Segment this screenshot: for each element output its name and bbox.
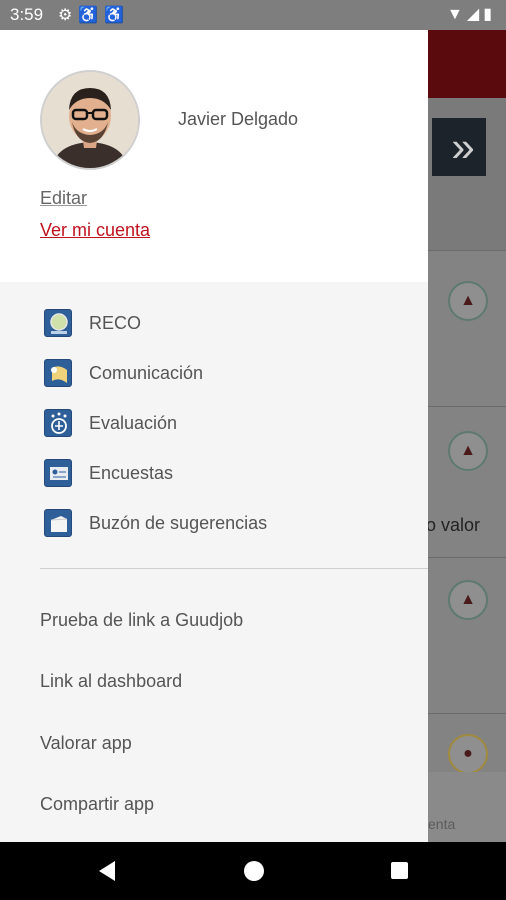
badge-icon: ▲	[448, 580, 488, 620]
menu-item-buzon[interactable]: Buzón de sugerencias	[40, 504, 410, 544]
user-name: Javier Delgado	[178, 109, 299, 129]
home-icon[interactable]	[244, 861, 264, 881]
signal-icon: ◢	[466, 6, 484, 23]
menu-item-evaluacion[interactable]: Evaluación	[40, 404, 410, 444]
status-left-icons: ⚙♿♿	[58, 5, 130, 25]
comunicacion-icon	[44, 359, 72, 387]
gear-icon: ⚙	[58, 7, 79, 24]
recent-apps-icon[interactable]	[391, 862, 408, 879]
link-dashboard[interactable]: Link al dashboard	[40, 671, 182, 692]
background-card: ▲	[428, 557, 506, 713]
accessibility-icon: ♿	[104, 7, 131, 24]
menu-item-label: Encuestas	[89, 463, 174, 483]
reco-icon	[44, 309, 72, 337]
menu-item-reco[interactable]: RECO	[40, 304, 410, 344]
background-text: o valor	[428, 515, 481, 535]
back-icon[interactable]	[97, 860, 117, 882]
menu-item-label: Buzón de sugerencias	[89, 513, 268, 533]
avatar[interactable]	[40, 70, 140, 170]
menu-item-encuestas[interactable]: Encuestas	[40, 454, 410, 494]
view-account-link[interactable]: Ver mi cuenta	[40, 220, 150, 241]
navigation-drawer: Javier Delgado Editar Ver mi cuenta RECO…	[0, 30, 428, 842]
background-card: ▲	[428, 250, 506, 406]
menu-item-label: RECO	[89, 313, 142, 333]
background-header	[428, 30, 506, 98]
background-card: ●	[428, 713, 506, 774]
encuestas-icon	[44, 459, 72, 487]
status-right-icons: ▼◢▮	[447, 4, 496, 24]
background-bottom-label: enta	[428, 816, 456, 832]
system-nav-bar	[0, 842, 506, 900]
status-time: 3:59	[10, 5, 44, 24]
badge-icon: ▲	[448, 281, 488, 321]
menu-divider	[40, 568, 428, 569]
edit-profile-link[interactable]: Editar	[40, 188, 87, 209]
wifi-icon: ▼	[447, 6, 467, 23]
accessibility-icon: ♿	[78, 7, 105, 24]
menu-item-label: Evaluación	[89, 413, 178, 433]
link-guudjob-test[interactable]: Prueba de link a Guudjob	[40, 610, 243, 631]
battery-icon: ▮	[483, 6, 496, 23]
badge-icon: ▲	[448, 431, 488, 471]
profile-header: Javier Delgado Editar Ver mi cuenta	[0, 30, 428, 282]
link-rate-app[interactable]: Valorar app	[40, 733, 132, 754]
menu-item-comunicacion[interactable]: Comunicación	[40, 354, 410, 394]
link-share-app[interactable]: Compartir app	[40, 794, 154, 815]
background-app[interactable]: » ▲ ▲ ▲ ● o valor enta	[428, 30, 506, 842]
status-bar: 3:59 ⚙♿♿ ▼◢▮	[0, 0, 506, 30]
evaluacion-icon	[44, 409, 72, 437]
lightbulb-icon: ●	[448, 734, 488, 774]
buzon-icon	[44, 509, 72, 537]
next-chevrons-icon: »	[432, 118, 486, 176]
avatar-image	[42, 72, 138, 168]
menu-item-label: Comunicación	[89, 363, 204, 383]
